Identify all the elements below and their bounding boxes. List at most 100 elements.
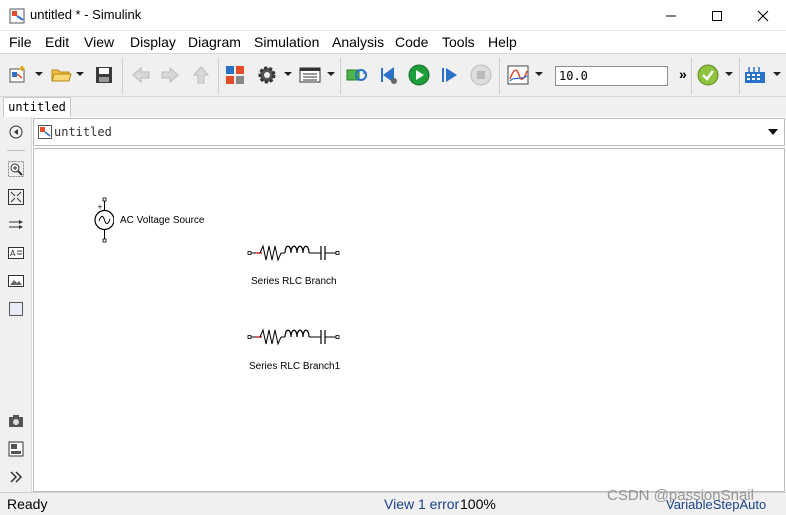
step-back-button[interactable] xyxy=(378,64,400,86)
update-diagram-button[interactable] xyxy=(346,64,368,86)
save-button[interactable] xyxy=(93,64,115,86)
config-dropdown-icon[interactable] xyxy=(284,70,292,78)
view-errors-link[interactable]: View 1 error xyxy=(384,496,459,512)
left-palette: A xyxy=(0,117,32,492)
inspector-dropdown-icon[interactable] xyxy=(535,70,543,78)
menu-diagram[interactable]: Diagram xyxy=(188,34,241,50)
up-button[interactable] xyxy=(190,64,212,86)
area-icon xyxy=(9,302,23,316)
maximize-icon xyxy=(712,10,722,21)
arrows-right-icon xyxy=(9,220,23,229)
zoom-button[interactable] xyxy=(7,160,25,178)
model-config-icon xyxy=(258,66,276,84)
close-icon xyxy=(757,10,769,21)
open-dropdown-icon[interactable] xyxy=(76,70,84,78)
status-ready: Ready xyxy=(7,496,48,512)
build-icon xyxy=(745,67,765,83)
forward-button[interactable] xyxy=(159,64,181,86)
step-back-icon xyxy=(381,67,397,84)
fit-to-view-button[interactable] xyxy=(7,188,25,206)
new-model-icon xyxy=(9,66,25,83)
advisor-dropdown-icon[interactable] xyxy=(725,70,733,78)
menu-analysis[interactable]: Analysis xyxy=(332,34,384,50)
tab-untitled[interactable]: untitled xyxy=(3,97,71,117)
update-diagram-icon xyxy=(346,69,367,81)
data-inspector-button[interactable] xyxy=(507,64,529,86)
watermark: CSDN @passionSnail xyxy=(607,487,754,504)
build-button[interactable] xyxy=(744,64,766,86)
run-button[interactable] xyxy=(408,64,430,86)
annotation-button[interactable]: A xyxy=(7,244,25,262)
ac-voltage-source-icon[interactable]: + xyxy=(90,196,114,246)
chevron-down-icon[interactable] xyxy=(768,128,778,136)
save-icon xyxy=(96,67,112,83)
model-config-button[interactable] xyxy=(256,64,278,86)
block-label-ac-voltage-source[interactable]: AC Voltage Source xyxy=(120,215,205,226)
signal-line-button[interactable] xyxy=(7,216,25,234)
hide-browser-button[interactable] xyxy=(7,123,25,141)
model-icon xyxy=(38,125,52,139)
image-button[interactable] xyxy=(7,272,25,290)
report-button[interactable] xyxy=(7,440,25,458)
library-browser-icon xyxy=(226,66,244,84)
open-button[interactable] xyxy=(50,64,72,86)
circle-arrow-left-icon xyxy=(9,125,23,139)
window-title: untitled * - Simulink xyxy=(30,7,142,22)
title-bar: untitled * - Simulink xyxy=(0,0,786,31)
model-advisor-button[interactable] xyxy=(697,64,719,86)
model-address-bar[interactable]: untitled xyxy=(33,118,785,146)
explorer-dropdown-icon[interactable] xyxy=(327,70,335,78)
library-browser-button[interactable] xyxy=(224,64,246,86)
svg-text:+: + xyxy=(97,203,103,211)
camera-icon xyxy=(9,415,23,427)
double-chevron-right-icon xyxy=(10,471,23,483)
close-button[interactable] xyxy=(740,0,786,31)
model-explorer-button[interactable] xyxy=(299,64,321,86)
expand-palette-button[interactable] xyxy=(7,468,25,486)
step-forward-button[interactable] xyxy=(439,64,461,86)
menu-help[interactable]: Help xyxy=(488,34,517,50)
model-explorer-icon xyxy=(299,67,321,83)
forward-icon xyxy=(161,66,179,84)
new-dropdown-icon[interactable] xyxy=(35,70,43,78)
toolbar-more-button[interactable]: » xyxy=(679,66,687,82)
minimize-button[interactable] xyxy=(648,0,694,31)
svg-text:A: A xyxy=(10,249,16,258)
stop-icon xyxy=(470,64,492,86)
back-icon xyxy=(132,66,150,84)
new-model-button[interactable] xyxy=(7,64,29,86)
block-label-rlc-branch[interactable]: Series RLC Branch xyxy=(251,276,337,287)
menu-edit[interactable]: Edit xyxy=(45,34,69,50)
menu-code[interactable]: Code xyxy=(395,34,428,50)
report-icon xyxy=(8,441,24,457)
breadcrumb-model[interactable]: untitled xyxy=(54,125,112,139)
stop-time-input[interactable]: 10.0 xyxy=(555,66,668,86)
tab-strip: untitled xyxy=(0,97,786,117)
data-inspector-icon xyxy=(507,65,529,85)
toolbar: 10.0 » xyxy=(0,53,786,97)
menu-simulation[interactable]: Simulation xyxy=(254,34,319,50)
build-dropdown-icon[interactable] xyxy=(773,70,781,78)
menu-display[interactable]: Display xyxy=(130,34,176,50)
maximize-button[interactable] xyxy=(694,0,740,31)
image-icon xyxy=(8,275,24,287)
area-button[interactable] xyxy=(7,300,25,318)
rlc-branch-icon[interactable] xyxy=(246,242,342,264)
text-annotation-icon: A xyxy=(8,247,24,259)
fit-view-icon xyxy=(8,189,24,205)
back-button[interactable] xyxy=(130,64,152,86)
menu-view[interactable]: View xyxy=(84,34,114,50)
rlc-branch-icon[interactable] xyxy=(246,326,342,348)
menu-bar: File Edit View Display Diagram Simulatio… xyxy=(0,31,786,53)
menu-file[interactable]: File xyxy=(9,34,32,50)
up-icon xyxy=(192,66,210,84)
menu-tools[interactable]: Tools xyxy=(442,34,475,50)
model-canvas[interactable]: + AC Voltage Source Series RLC Branch Se… xyxy=(33,148,785,492)
check-icon xyxy=(697,64,719,86)
stop-button[interactable] xyxy=(470,64,492,86)
minimize-icon xyxy=(666,15,676,16)
simulink-app-icon xyxy=(9,8,25,24)
open-icon xyxy=(51,69,72,82)
block-label-rlc-branch1[interactable]: Series RLC Branch1 xyxy=(249,361,340,372)
screenshot-button[interactable] xyxy=(7,412,25,430)
